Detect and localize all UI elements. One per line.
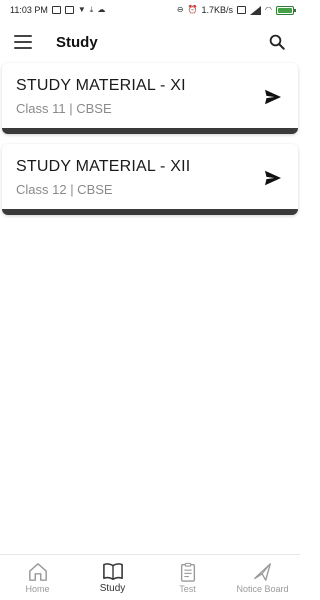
volte-icon xyxy=(237,6,247,14)
nav-notice-board[interactable]: Notice Board xyxy=(228,562,298,594)
nav-home[interactable]: Home xyxy=(3,562,73,594)
card-title: STUDY MATERIAL - XI xyxy=(16,77,186,94)
alarm-icon: ⏰ xyxy=(187,5,198,14)
megaphone-icon xyxy=(253,562,271,581)
dnd-icon: ⊖ xyxy=(176,5,184,14)
send-icon[interactable] xyxy=(264,89,282,105)
status-time: 11:03 PM xyxy=(10,5,48,15)
message-icon xyxy=(51,6,61,14)
card-subtitle: Class 11 | CBSE xyxy=(16,101,112,116)
status-bar: 11:03 PM ▼ ⤓ ☁ ⊖ ⏰ 1.7KB/s ◠ xyxy=(0,0,300,20)
battery-icon xyxy=(276,5,296,15)
status-right: ⊖ ⏰ 1.7KB/s ◠ xyxy=(176,5,296,15)
nav-study[interactable]: Study xyxy=(78,561,148,594)
book-icon xyxy=(102,563,123,580)
net-speed: 1.7KB/s xyxy=(201,5,234,15)
wifi-notification-icon: ▼ xyxy=(77,5,86,14)
study-material-list: STUDY MATERIAL - XI Class 11 | CBSE STUD… xyxy=(0,63,300,225)
nav-label: Test xyxy=(179,583,196,594)
app-bar: Study xyxy=(0,22,300,62)
nav-test[interactable]: Test xyxy=(153,562,223,594)
app-screen: 11:03 PM ▼ ⤓ ☁ ⊖ ⏰ 1.7KB/s ◠ Study STUDY… xyxy=(0,0,300,600)
study-material-card-xi[interactable]: STUDY MATERIAL - XI Class 11 | CBSE xyxy=(2,63,298,134)
nav-label: Notice Board xyxy=(236,583,289,594)
download-icon: ⤓ xyxy=(89,5,94,14)
wifi-icon: ◠ xyxy=(265,5,272,14)
nav-label: Home xyxy=(25,583,50,594)
gallery-icon xyxy=(64,6,74,14)
study-material-card-xii[interactable]: STUDY MATERIAL - XII Class 12 | CBSE xyxy=(2,144,298,215)
bottom-navigation: Home Study Test Notice Board xyxy=(0,554,300,600)
clipboard-icon xyxy=(180,562,195,582)
home-icon xyxy=(28,562,47,581)
send-icon[interactable] xyxy=(264,170,282,186)
card-subtitle: Class 12 | CBSE xyxy=(16,182,113,197)
search-icon[interactable] xyxy=(268,33,286,51)
nav-label: Study xyxy=(99,583,126,594)
signal-icon xyxy=(250,5,262,15)
cloud-icon: ☁ xyxy=(97,5,106,14)
page-title: Study xyxy=(56,33,98,51)
hamburger-icon[interactable] xyxy=(14,35,32,49)
card-title: STUDY MATERIAL - XII xyxy=(16,158,191,175)
status-left: 11:03 PM ▼ ⤓ ☁ xyxy=(10,5,105,15)
